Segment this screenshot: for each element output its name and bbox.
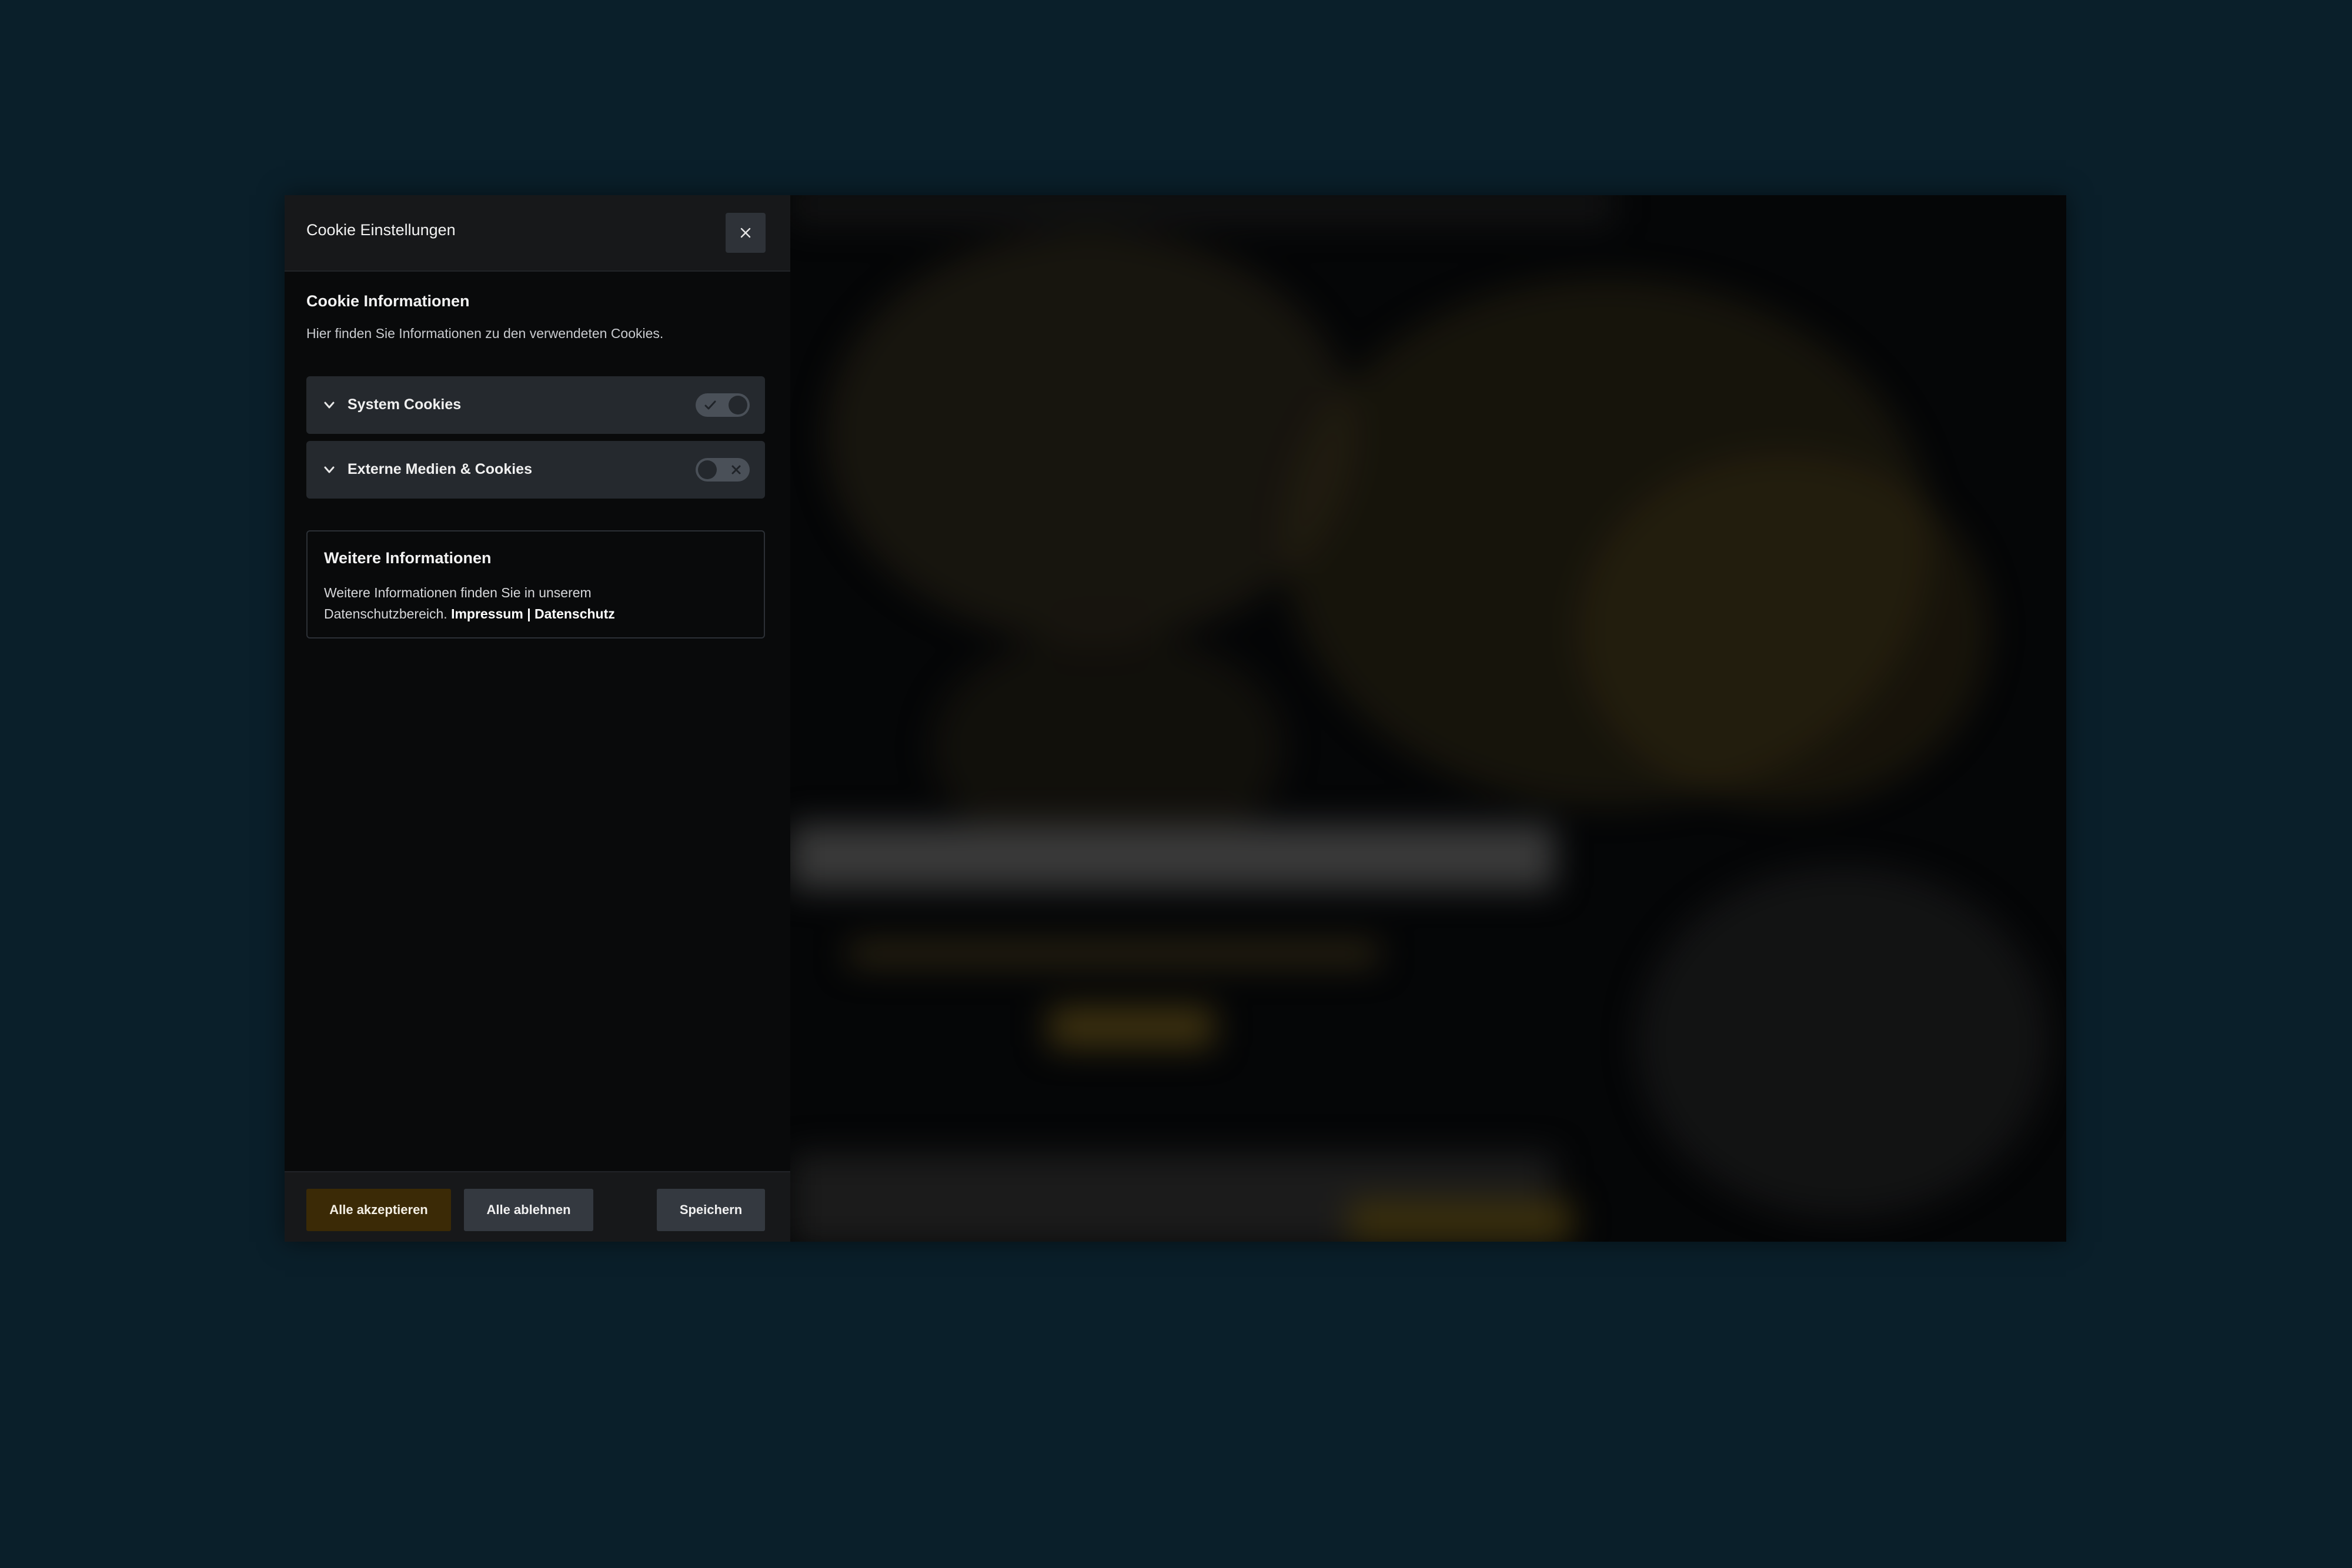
accept-all-button[interactable]: Alle akzeptieren xyxy=(306,1189,451,1231)
more-information-box: Weitere Informationen Weitere Informatio… xyxy=(306,530,765,638)
toggle-knob xyxy=(698,460,717,479)
panel-title: Cookie Einstellungen xyxy=(306,221,456,239)
accordion-external-media[interactable]: Externe Medien & Cookies xyxy=(306,441,765,499)
section-description: Hier finden Sie Informationen zu den ver… xyxy=(306,326,664,341)
datenschutz-link[interactable]: Datenschutz xyxy=(534,606,615,621)
toggle-knob xyxy=(729,396,747,414)
section-title: Cookie Informationen xyxy=(306,292,470,310)
check-icon xyxy=(704,400,716,410)
close-button[interactable] xyxy=(726,213,766,253)
panel-footer: Alle akzeptieren Alle ablehnen Speichern xyxy=(285,1171,790,1242)
info-text-line2: Datenschutzbereich. xyxy=(324,606,447,621)
reject-all-button[interactable]: Alle ablehnen xyxy=(464,1189,593,1231)
toggle-system-cookies[interactable] xyxy=(696,393,750,417)
close-icon xyxy=(740,228,751,238)
chevron-down-icon xyxy=(324,402,335,409)
impressum-link[interactable]: Impressum xyxy=(451,606,523,621)
save-button[interactable]: Speichern xyxy=(657,1189,765,1231)
close-icon xyxy=(731,465,741,474)
accordion-system-cookies[interactable]: System Cookies xyxy=(306,376,765,434)
accordion-label: Externe Medien & Cookies xyxy=(348,461,532,477)
cookie-settings-panel: Cookie Einstellungen Cookie Informatione… xyxy=(285,195,790,1242)
accordion-label: System Cookies xyxy=(348,396,462,413)
blurred-website-background xyxy=(790,195,2066,1242)
toggle-external-media[interactable] xyxy=(696,458,750,482)
info-text-line1: Weitere Informationen finden Sie in unse… xyxy=(324,585,592,600)
browser-window: Cookie Einstellungen Cookie Informatione… xyxy=(285,195,2066,1242)
info-text: Weitere Informationen finden Sie in unse… xyxy=(324,582,736,624)
link-separator: | xyxy=(527,606,531,621)
chevron-down-icon xyxy=(324,466,335,473)
panel-header: Cookie Einstellungen xyxy=(285,195,790,272)
info-title: Weitere Informationen xyxy=(324,549,492,567)
